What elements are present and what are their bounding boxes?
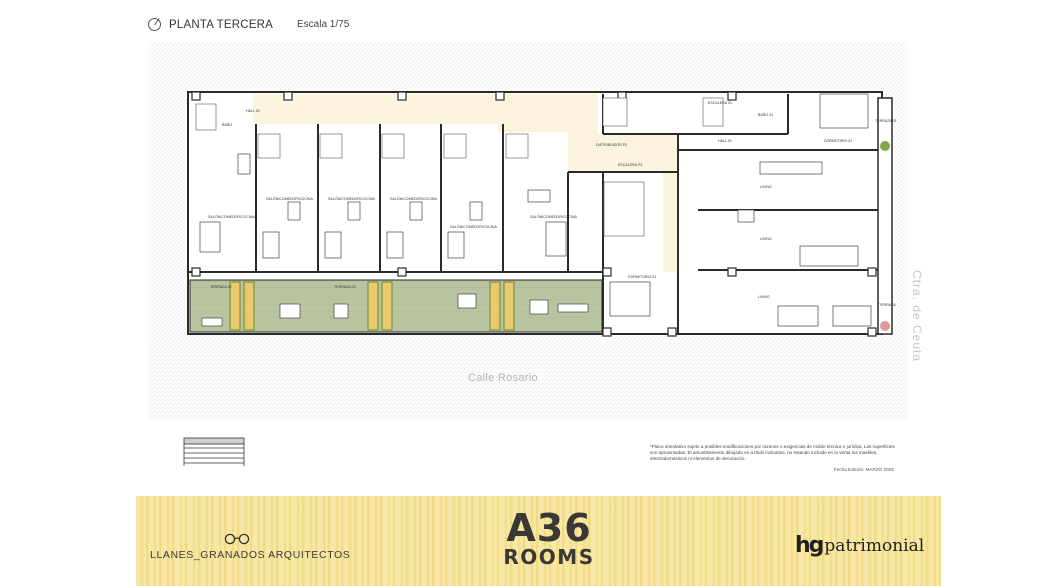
room-label-living-3: LIVING [758,295,770,299]
elevation-icon [176,436,248,473]
glasses-logo-icon [224,532,250,550]
brand-logo: A36 ROOMS [496,506,602,569]
plan-header: PLANTA TERCERA Escala 1/75 [148,18,349,31]
room-label-salon-2: SALÓN/COMEDOR/COCINA [266,196,314,201]
floor-plan-drawing: HALL 02 BAÑO SALÓN/COMEDOR/COCINA SALÓN/… [148,42,908,420]
plant-icon [880,141,890,151]
north-compass-icon [148,18,161,31]
room-label-escalera-01: ESCALERA 01 [708,101,732,105]
room-label-hall-02: HALL 02 [246,109,260,113]
room-label-dormitorio-2: DORMITORIO 01 [824,139,852,143]
plan-scale: Escala 1/75 [297,19,350,30]
brand-name: A36 [506,506,592,550]
room-label-living-2: LIVING [760,237,772,241]
room-label-salon-6: SALÓN/COMEDOR/COCINA [530,214,578,219]
architects-logo-text: LLANES_GRANADOS ARQUITECTOS [150,549,351,561]
room-label-salon-4: SALÓN/COMEDOR/COCINA [390,196,438,201]
brand-subtitle: ROOMS [503,545,595,569]
plan-title: PLANTA TERCERA [169,18,273,31]
room-label-bano-01: BAÑO 01 [758,112,773,117]
street-area [148,348,908,420]
room-label-salon-5: SALÓN/COMEDOR/COCINA [450,224,498,229]
room-label-terraza: TERRAZA [879,303,896,307]
room-label-distribuidor: DISTRIBUIDOR P3 [596,143,627,147]
room-label-salon-1: SALÓN/COMEDOR/COCINA [208,214,256,219]
room-label-hall-01: HALL 01 [718,139,732,143]
side-terrace [877,97,893,335]
partner-name: patrimonial [824,535,925,556]
room-label-living-1: LIVING [760,185,772,189]
side-street-label: Ctra. de Ceuta [910,270,924,363]
room-label-escalera-p3: ESCALERA P3 [618,163,642,167]
edition-date: Fecha Edición: MARZO 2026 [834,467,894,472]
room-label-bano: BAÑO [222,122,232,127]
plant-icon [880,321,890,331]
room-label-terraza-01: TERRAZA 01 [875,119,897,123]
room-label-terraza-02: TERRAZA 02 [210,285,232,289]
partner-mark: hg [795,533,824,558]
disclaimer-text: *Plano orientativo sujeto a posibles mod… [650,444,895,461]
room-label-dormitorio-1: DORMITORIO 01 [628,275,656,279]
floor-plan: HALL 02 BAÑO SALÓN/COMEDOR/COCINA SALÓN/… [148,42,908,420]
room-label-terraza-03: TERRAZA 03 [334,285,356,289]
room-label-salon-3: SALÓN/COMEDOR/COCINA [328,196,376,201]
partner-logo: hg patrimonial [795,533,924,558]
street-label: Calle Rosario [468,372,538,384]
